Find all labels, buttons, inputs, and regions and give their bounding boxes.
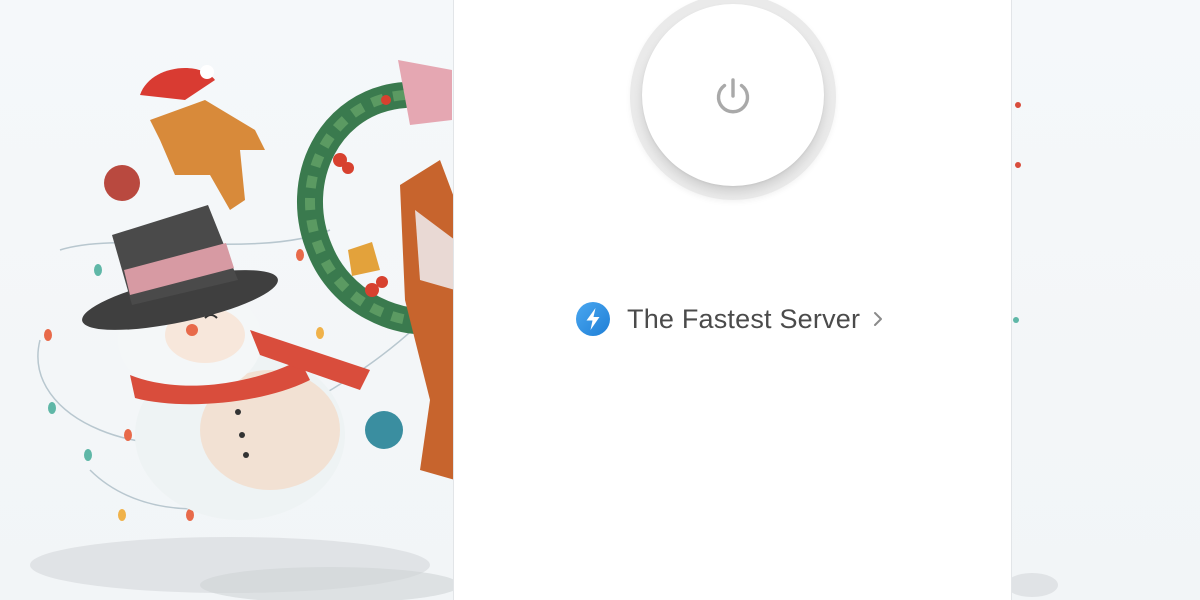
server-selector[interactable]: The Fastest Server [575, 300, 884, 338]
chevron-right-icon [874, 312, 883, 326]
power-icon [716, 78, 750, 114]
christmas-illustration [30, 60, 455, 600]
app-window: The Fastest Server [0, 0, 1200, 600]
lightning-bolt-icon [576, 302, 610, 336]
server-selector-label: The Fastest Server [627, 303, 861, 334]
vpn-main-panel: The Fastest Server [453, 0, 1012, 600]
power-button-ring [630, 0, 836, 200]
connect-power-button[interactable] [642, 4, 824, 186]
right-decoration [1012, 102, 1058, 597]
